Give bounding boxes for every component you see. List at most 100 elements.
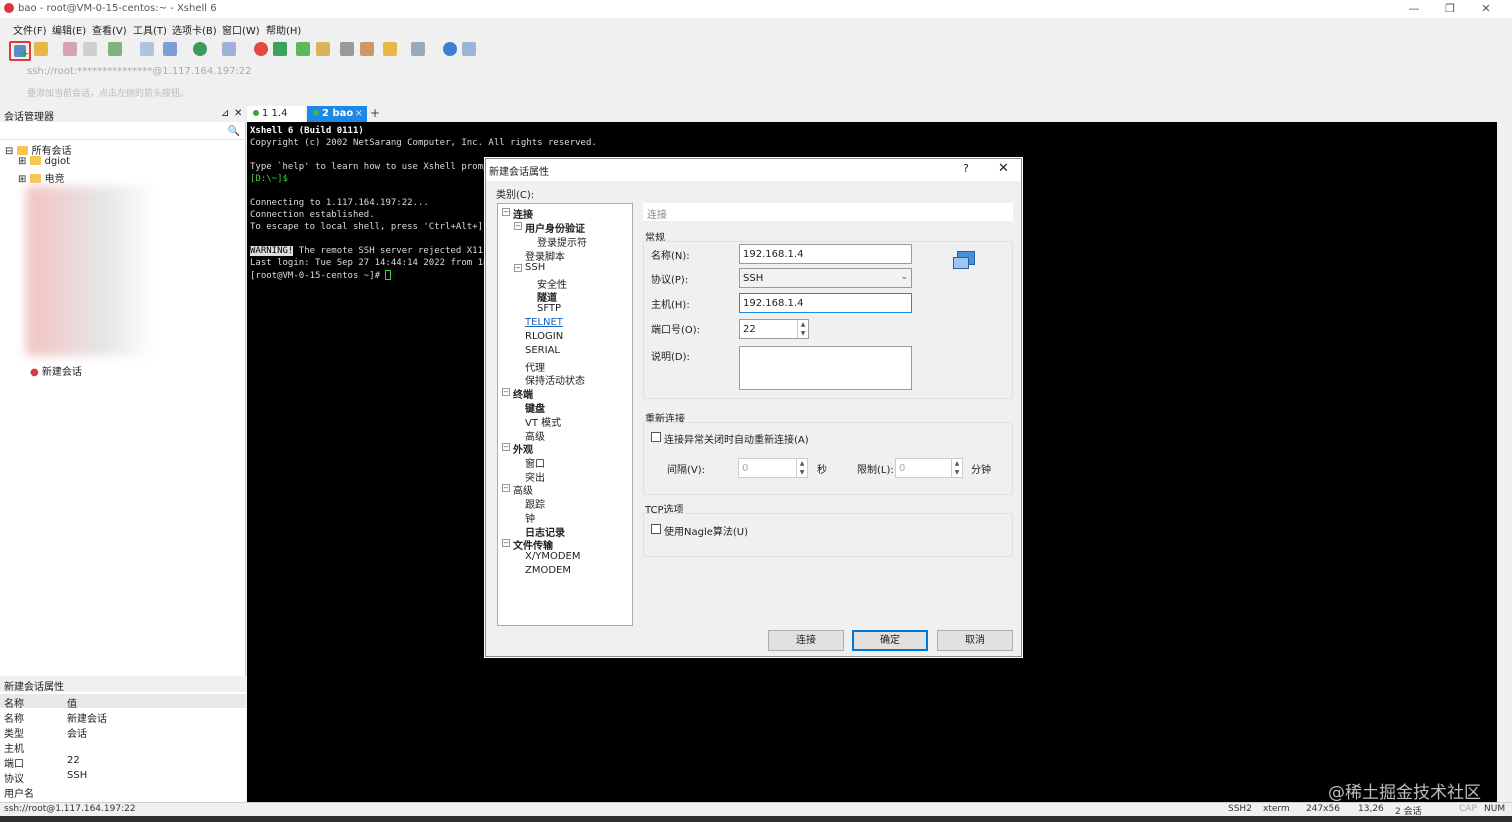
tree-item-advanced[interactable]: 高级 [513, 482, 533, 497]
tree-item-appearance[interactable]: 外观 [513, 441, 533, 456]
tree-item-rlogin[interactable]: RLOGIN [525, 331, 563, 342]
interval-stepper[interactable]: 0 ▲ ▼ [738, 458, 808, 478]
xmanager-icon[interactable] [273, 42, 287, 56]
connect-button[interactable]: 连接 [768, 630, 844, 651]
collapse-icon[interactable]: − [502, 539, 510, 547]
menu-edit[interactable]: 编辑(E) [52, 22, 86, 37]
font-icon[interactable] [222, 42, 236, 56]
port-stepper[interactable]: 22 ▲ ▼ [739, 319, 809, 339]
dialog-close-button[interactable]: ✕ [998, 161, 1009, 176]
close-tab-icon[interactable]: × [355, 106, 363, 122]
close-panel-button[interactable]: ✕ [234, 108, 242, 119]
status-address: ssh://root@1.117.164.197:22 [4, 804, 136, 814]
tree-item-sftp[interactable]: SFTP [537, 303, 561, 314]
tree-item-bell[interactable]: 钟 [525, 510, 535, 525]
tab-bao[interactable]: 2 bao × [307, 106, 367, 122]
transfer-icon[interactable] [163, 42, 177, 56]
tree-item-trace[interactable]: 跟踪 [525, 496, 545, 511]
cancel-button[interactable]: 取消 [937, 630, 1013, 651]
auto-reconnect-checkbox[interactable] [651, 432, 661, 442]
xftp-icon[interactable] [254, 42, 268, 56]
tree-folder-dgiot[interactable]: ⊞ dgiot [18, 156, 70, 167]
window-title: bao - root@VM-0-15-centos:~ - Xshell 6 [18, 3, 217, 14]
chevron-down-icon: ⌄ [900, 272, 908, 282]
tree-item-telnet[interactable]: TELNET [525, 317, 563, 328]
add-tab-button[interactable]: + [369, 106, 381, 122]
script-icon[interactable] [360, 42, 374, 56]
compose-icon[interactable] [383, 42, 397, 56]
name-input[interactable]: 192.168.1.4 [739, 244, 912, 264]
spin-arrows-icon[interactable]: ▲ ▼ [797, 320, 808, 338]
address-bar[interactable]: ssh://root:***************@1.117.164.197… [0, 64, 1512, 80]
tree-item-login-prompt[interactable]: 登录提示符 [537, 234, 587, 249]
open-folder-icon[interactable] [34, 42, 48, 56]
ok-button[interactable]: 确定 [852, 630, 928, 651]
close-window-button[interactable]: ✕ [1476, 2, 1496, 16]
restore-button[interactable]: ❐ [1440, 2, 1460, 16]
layout-icon[interactable] [411, 42, 425, 56]
session-icon: ● [30, 367, 39, 378]
tree-item-serial[interactable]: SERIAL [525, 345, 560, 356]
tree-item-window[interactable]: 窗口 [525, 455, 545, 470]
chat-icon[interactable] [462, 42, 476, 56]
terminal-line: Copyright (c) 2002 NetSarang Computer, I… [250, 138, 597, 148]
tab-1-4[interactable]: 1 1.4 [247, 106, 305, 122]
address-text[interactable]: ssh://root:***************@1.117.164.197… [27, 66, 252, 77]
menu-window[interactable]: 窗口(W) [222, 22, 260, 37]
spin-arrows-icon[interactable]: ▲ ▼ [951, 459, 962, 477]
nagle-label[interactable]: 使用Nagle算法(U) [664, 523, 748, 538]
tree-item-tunnel[interactable]: 隧道 [537, 289, 557, 304]
menu-tabs[interactable]: 选项卡(B) [172, 22, 217, 37]
protocol-select[interactable]: SSH ⌄ [739, 268, 912, 288]
limit-stepper[interactable]: 0 ▲ ▼ [895, 458, 963, 478]
reconnect-icon[interactable] [83, 42, 97, 56]
collapse-icon[interactable]: − [502, 208, 510, 216]
terminal-scrollbar[interactable] [1497, 122, 1512, 802]
search-icon[interactable]: 🔍 [228, 126, 240, 137]
tree-new-session[interactable]: ● 新建会话 [30, 363, 82, 378]
tree-item-terminal[interactable]: 终端 [513, 386, 533, 401]
host-input[interactable]: 192.168.1.4 [739, 293, 912, 313]
tree-item-keyboard[interactable]: 键盘 [525, 400, 545, 415]
tree-item-keepalive[interactable]: 保持活动状态 [525, 372, 585, 387]
menu-file[interactable]: 文件(F) [13, 22, 47, 37]
find-icon[interactable] [140, 42, 154, 56]
keyboard-icon[interactable] [340, 42, 354, 56]
tree-item-auth[interactable]: 用户身份验证 [525, 220, 585, 235]
menu-bar: 文件(F) 编辑(E) 查看(V) 工具(T) 选项卡(B) 窗口(W) 帮助(… [0, 20, 1512, 37]
spin-arrows-icon[interactable]: ▲ ▼ [796, 459, 807, 477]
terminal-line: To escape to local shell, press 'Ctrl+Al… [250, 222, 494, 232]
auto-reconnect-label[interactable]: 连接异常关闭时自动重新连接(A) [664, 431, 809, 446]
tree-item-file-transfer[interactable]: 文件传输 [513, 537, 553, 552]
minimize-button[interactable]: — [1404, 2, 1424, 16]
tree-item-xymodem[interactable]: X/YMODEM [525, 551, 580, 562]
collapse-icon[interactable]: − [502, 443, 510, 451]
tree-root-all-sessions[interactable]: ⊟ 所有会话 [5, 142, 72, 157]
dialog-help-button[interactable]: ? [963, 162, 969, 175]
collapse-icon[interactable]: − [502, 484, 510, 492]
menu-tools[interactable]: 工具(T) [133, 22, 167, 37]
lock-icon[interactable] [316, 42, 330, 56]
help-icon[interactable] [443, 42, 457, 56]
tree-item-connection[interactable]: 连接 [513, 206, 533, 221]
session-search[interactable]: 🔍 [0, 124, 246, 140]
collapse-icon[interactable]: − [514, 222, 522, 230]
nagle-checkbox[interactable] [651, 524, 661, 534]
new-session-button[interactable]: + [9, 41, 31, 61]
tree-item-zmodem[interactable]: ZMODEM [525, 565, 571, 576]
copy-session-icon[interactable] [108, 42, 122, 56]
disconnect-icon[interactable] [63, 42, 77, 56]
title-bar: bao - root@VM-0-15-centos:~ - Xshell 6 —… [0, 0, 1512, 18]
tree-folder-esports[interactable]: ⊞ 电竞 [18, 170, 65, 185]
tree-item-vt-mode[interactable]: VT 模式 [525, 414, 561, 429]
menu-view[interactable]: 查看(V) [92, 22, 127, 37]
collapse-icon[interactable]: − [502, 388, 510, 396]
pin-icon[interactable]: ⊿ [221, 108, 229, 119]
tree-item-ssh[interactable]: SSH [525, 262, 545, 273]
tree-item-login-script[interactable]: 登录脚本 [525, 248, 565, 263]
fullscreen-icon[interactable] [296, 42, 310, 56]
description-textarea[interactable] [739, 346, 912, 390]
menu-help[interactable]: 帮助(H) [266, 22, 301, 37]
globe-icon[interactable] [193, 42, 207, 56]
collapse-icon[interactable]: − [514, 264, 522, 272]
